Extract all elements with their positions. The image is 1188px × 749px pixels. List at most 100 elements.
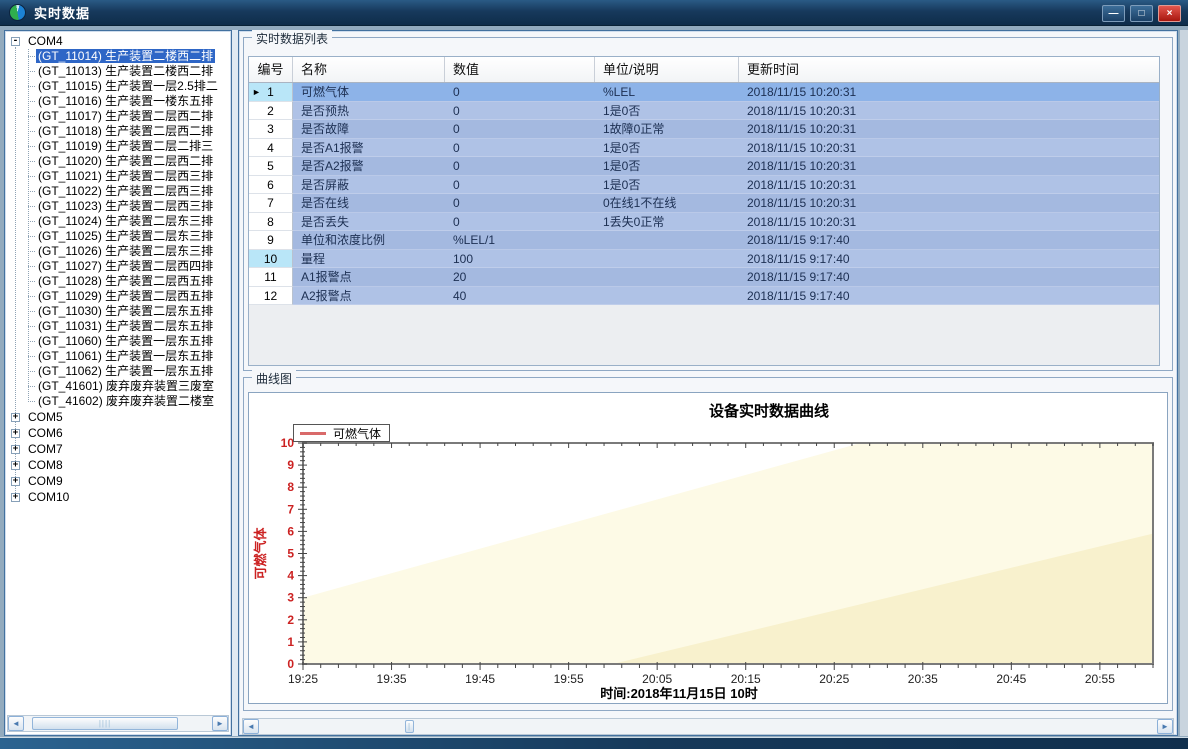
row-header-cell: 8: [249, 213, 293, 232]
cell-unit: [595, 250, 739, 269]
table-row[interactable]: 11A1报警点202018/11/15 9:17:40: [249, 268, 1159, 287]
tree-item[interactable]: (GT_11015) 生产装置一层2.5排二: [7, 79, 229, 94]
tree-scrollbar-thumb[interactable]: ||||: [32, 717, 178, 730]
tree-item[interactable]: (GT_11013) 生产装置二楼西二排: [7, 64, 229, 79]
cell-value: 0: [445, 83, 595, 102]
table-row[interactable]: 10量程1002018/11/15 9:17:40: [249, 250, 1159, 269]
table-row[interactable]: 7是否在线00在线1不在线2018/11/15 10:20:31: [249, 194, 1159, 213]
tree-item-label: (GT_11020) 生产装置二层西二排: [36, 154, 215, 168]
tree-root-COM6[interactable]: +COM6: [7, 426, 229, 441]
row-header-cell: 2: [249, 102, 293, 121]
tree-item[interactable]: (GT_11028) 生产装置二层西五排: [7, 274, 229, 289]
tree-item[interactable]: (GT_11025) 生产装置二层东三排: [7, 229, 229, 244]
expand-icon[interactable]: +: [11, 461, 20, 470]
chart-group-label: 曲线图: [252, 370, 296, 387]
tree-root-COM7[interactable]: +COM7: [7, 442, 229, 457]
collapse-icon[interactable]: -: [11, 37, 20, 46]
cell-value: 0: [445, 139, 595, 158]
cell-unit: [595, 268, 739, 287]
tree-root-COM8[interactable]: +COM8: [7, 458, 229, 473]
row-header-cell: 12: [249, 287, 293, 306]
tree-root-COM5[interactable]: +COM5: [7, 410, 229, 425]
grid-header-row: 编号名称数值单位/说明更新时间: [249, 57, 1159, 83]
tree-item-label: (GT_11061) 生产装置一层东五排: [36, 349, 215, 363]
tree-item[interactable]: (GT_11023) 生产装置二层西三排: [7, 199, 229, 214]
tree-root-label: COM4: [26, 34, 65, 48]
tree-item[interactable]: (GT_11029) 生产装置二层西五排: [7, 289, 229, 304]
tree-horizontal-scrollbar[interactable]: ◄ |||| ►: [7, 715, 229, 732]
expand-icon[interactable]: +: [11, 493, 20, 502]
table-row[interactable]: 12A2报警点402018/11/15 9:17:40: [249, 287, 1159, 306]
tree-item[interactable]: (GT_11062) 生产装置一层东五排: [7, 364, 229, 379]
scroll-right-icon[interactable]: ►: [1157, 719, 1173, 734]
table-row[interactable]: 2是否预热01是0否2018/11/15 10:20:31: [249, 102, 1159, 121]
tree-item[interactable]: (GT_11017) 生产装置二层西二排: [7, 109, 229, 124]
window-title: 实时数据: [34, 3, 90, 22]
expand-icon[interactable]: +: [11, 429, 20, 438]
tree-item[interactable]: (GT_11018) 生产装置二层西二排: [7, 124, 229, 139]
tree-item[interactable]: (GT_41602) 废弃废弃装置二楼室: [7, 394, 229, 409]
maximize-button[interactable]: □: [1130, 5, 1153, 22]
y-tick-label: 1: [287, 635, 294, 649]
tree-item[interactable]: (GT_11014) 生产装置二楼西二排: [7, 49, 229, 64]
tree-item-label: (GT_11016) 生产装置一楼东五排: [36, 94, 215, 108]
legend-line-icon: [300, 432, 326, 435]
column-header[interactable]: 单位/说明: [595, 57, 739, 82]
scroll-left-icon[interactable]: ◄: [243, 719, 259, 734]
cell-time: 2018/11/15 10:20:31: [739, 139, 1159, 158]
row-header-cell: 7: [249, 194, 293, 213]
tree-root-COM4[interactable]: -COM4: [7, 34, 229, 49]
tree-item[interactable]: (GT_11022) 生产装置二层西三排: [7, 184, 229, 199]
tree-content: -COM4(GT_11014) 生产装置二楼西二排(GT_11013) 生产装置…: [7, 33, 229, 711]
table-row[interactable]: 6是否屏蔽01是0否2018/11/15 10:20:31: [249, 176, 1159, 195]
tree-item[interactable]: (GT_11060) 生产装置一层东五排: [7, 334, 229, 349]
scroll-right-icon[interactable]: ►: [212, 716, 228, 731]
row-header-cell: 9: [249, 231, 293, 250]
tree-item[interactable]: (GT_11016) 生产装置一楼东五排: [7, 94, 229, 109]
table-row[interactable]: 8是否丢失01丢失0正常2018/11/15 10:20:31: [249, 213, 1159, 232]
expand-icon[interactable]: +: [11, 477, 20, 486]
minimize-button[interactable]: —: [1102, 5, 1125, 22]
tree-item[interactable]: (GT_11024) 生产装置二层东三排: [7, 214, 229, 229]
tree-root-COM9[interactable]: +COM9: [7, 474, 229, 489]
chart-horizontal-scrollbar[interactable]: ◄ | ►: [242, 718, 1174, 735]
data-panel: 实时数据列表 编号名称数值单位/说明更新时间 1►可燃气体0%LEL2018/1…: [238, 30, 1178, 736]
table-row[interactable]: 3是否故障01故障0正常2018/11/15 10:20:31: [249, 120, 1159, 139]
column-header[interactable]: 数值: [445, 57, 595, 82]
expand-icon[interactable]: +: [11, 413, 20, 422]
cell-time: 2018/11/15 9:17:40: [739, 287, 1159, 306]
cell-time: 2018/11/15 9:17:40: [739, 268, 1159, 287]
column-header[interactable]: 编号: [249, 57, 293, 82]
curve-groupbox: 曲线图 设备实时数据曲线 可燃气体 01234567891019:2519:35…: [243, 377, 1173, 711]
tree-item[interactable]: (GT_11030) 生产装置二层东五排: [7, 304, 229, 319]
tree-item[interactable]: (GT_11027) 生产装置二层西四排: [7, 259, 229, 274]
cell-value: 0: [445, 157, 595, 176]
tree-item[interactable]: (GT_11031) 生产装置二层东五排: [7, 319, 229, 334]
window-right-edge: [1180, 30, 1188, 736]
table-row[interactable]: 9单位和浓度比例%LEL/12018/11/15 9:17:40: [249, 231, 1159, 250]
tree-root-COM10[interactable]: +COM10: [7, 490, 229, 505]
tree-item-label: (GT_11026) 生产装置二层东三排: [36, 244, 215, 258]
close-button[interactable]: ×: [1158, 5, 1181, 22]
row-header-cell: 11: [249, 268, 293, 287]
window-bottom-bar: [0, 737, 1188, 749]
cell-unit: 1是0否: [595, 139, 739, 158]
tree-item[interactable]: (GT_11061) 生产装置一层东五排: [7, 349, 229, 364]
tree-item[interactable]: (GT_11019) 生产装置二层二排三: [7, 139, 229, 154]
table-row[interactable]: 5是否A2报警01是0否2018/11/15 10:20:31: [249, 157, 1159, 176]
chart-scrollbar-thumb[interactable]: |: [405, 720, 414, 733]
cell-name: A2报警点: [293, 287, 445, 306]
column-header[interactable]: 名称: [293, 57, 445, 82]
table-row[interactable]: 4是否A1报警01是0否2018/11/15 10:20:31: [249, 139, 1159, 158]
tree-item[interactable]: (GT_11021) 生产装置二层西三排: [7, 169, 229, 184]
x-tick-label: 20:15: [731, 672, 761, 686]
expand-icon[interactable]: +: [11, 445, 20, 454]
scroll-left-icon[interactable]: ◄: [8, 716, 24, 731]
tree-item[interactable]: (GT_41601) 废弃废弃装置三废室: [7, 379, 229, 394]
cell-name: 量程: [293, 250, 445, 269]
column-header[interactable]: 更新时间: [739, 57, 1159, 82]
row-header-cell: 6: [249, 176, 293, 195]
tree-item[interactable]: (GT_11020) 生产装置二层西二排: [7, 154, 229, 169]
table-row[interactable]: 1►可燃气体0%LEL2018/11/15 10:20:31: [249, 83, 1159, 102]
tree-item[interactable]: (GT_11026) 生产装置二层东三排: [7, 244, 229, 259]
